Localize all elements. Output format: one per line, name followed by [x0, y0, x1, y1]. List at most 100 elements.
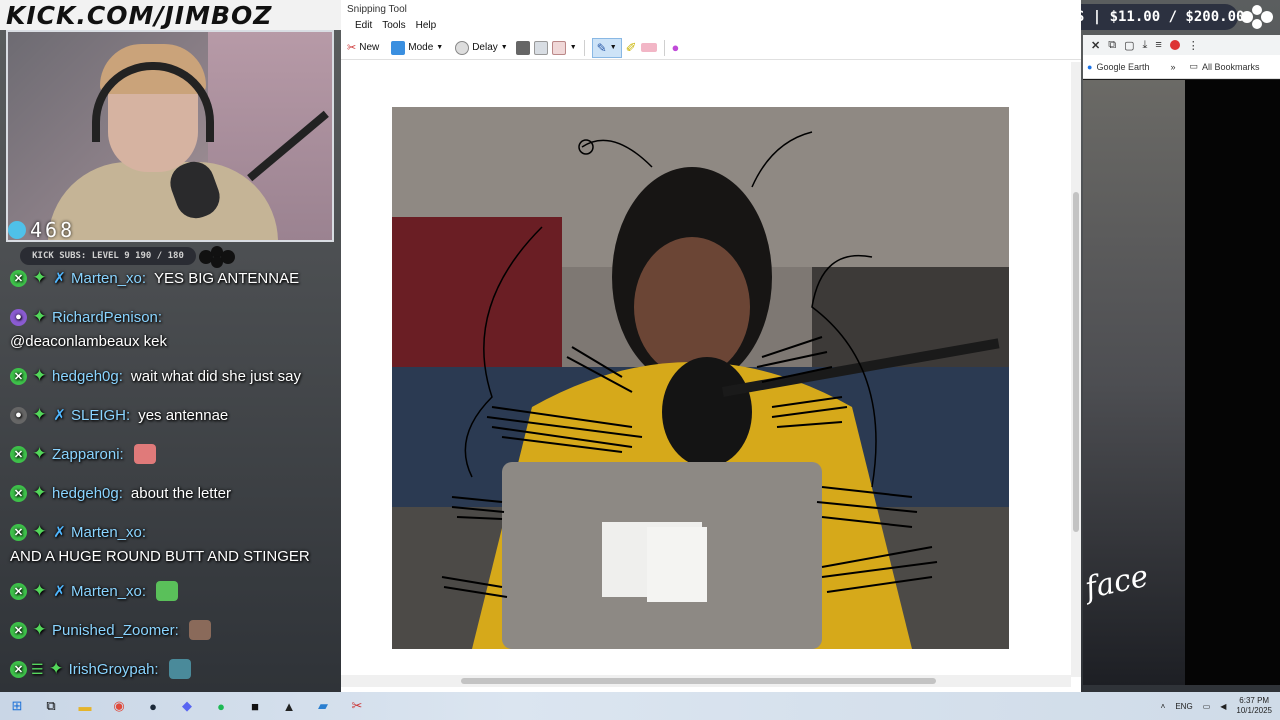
chat-message-text: wait what did she just say	[130, 367, 301, 385]
file-explorer-icon[interactable]: ▬	[75, 696, 95, 716]
gem-badge-icon: ✦	[32, 581, 47, 600]
clock-date: 10/1/2025	[1236, 706, 1272, 715]
task-view-icon[interactable]: ⧉	[41, 696, 61, 716]
chat-message: ✕ ✦ hedgeh0g: wait what did she just say	[10, 364, 301, 388]
volume-icon[interactable]: ◀	[1220, 702, 1226, 711]
chat-username[interactable]: Punished_Zoomer:	[52, 622, 179, 639]
chat-feed: ✕ ✦ ✗ Marten_xo: YES BIG ANTENNAE ● ✦ RichardPe…	[0, 266, 330, 686]
profile-icon[interactable]	[1169, 40, 1180, 50]
subscriber-badge-icon: ✕	[10, 621, 27, 639]
sword-badge-icon: ✗	[53, 524, 66, 541]
close-tab-icon[interactable]: ✕	[1091, 39, 1100, 52]
horizontal-scrollbar[interactable]	[341, 675, 1071, 687]
chat-message-text: AND A HUGE ROUND BUTT AND STINGER	[10, 547, 310, 565]
channel-url: KICK.COM/JIMBOZ	[6, 1, 273, 30]
menu-bar: Edit Tools Help	[341, 20, 436, 36]
subscriber-badge-icon: ✕	[10, 269, 27, 287]
gem-badge-icon: ✦	[32, 268, 47, 287]
subscriber-badge-icon: ✕	[10, 660, 27, 678]
chevron-right-icon[interactable]: »	[1170, 62, 1175, 72]
chat-app-icon[interactable]: ▰	[313, 696, 333, 716]
bars-badge-icon: ☰	[31, 660, 44, 677]
more-options-icon[interactable]: ⋮	[1188, 39, 1199, 52]
spotify-icon[interactable]: ●	[211, 696, 231, 716]
sword-badge-icon: ✗	[53, 583, 66, 600]
mode-icon	[391, 40, 406, 55]
chrome-icon[interactable]: ◉	[109, 696, 129, 716]
clock[interactable]: 6:37 PM 10/1/2025	[1236, 696, 1272, 716]
chat-message: ✕ ✦ Punished_Zoomer:	[10, 618, 211, 642]
kick-logo-icon	[199, 246, 235, 268]
sword-badge-icon: ✗	[53, 407, 66, 424]
new-button[interactable]: ✂ New	[343, 39, 383, 56]
send-icon[interactable]	[551, 40, 566, 55]
chat-message: ● ✦ RichardPenison:	[10, 305, 162, 329]
toolbar: ✂ New Mode ▼ Delay ▼ ▼ ✎ ▼ ✐ ●	[341, 36, 1081, 60]
save-icon[interactable]	[515, 40, 530, 55]
start-icon[interactable]: ⊞	[7, 696, 27, 716]
chevron-up-icon[interactable]: ˄	[1161, 702, 1166, 711]
pen-button[interactable]: ✎ ▼	[591, 37, 622, 58]
window-title: Snipping Tool	[347, 4, 407, 15]
gem-badge-icon: ✦	[32, 366, 47, 385]
pen-icon: ✎	[596, 40, 607, 55]
chat-emote	[188, 620, 211, 640]
chat-username[interactable]: RichardPenison:	[52, 309, 162, 326]
chevron-down-icon: ▼	[436, 44, 444, 51]
menu-tools[interactable]: Tools	[382, 20, 405, 36]
menu-icon[interactable]: ≡	[1155, 39, 1161, 51]
chevron-down-icon[interactable]: ▼	[570, 44, 577, 51]
steam-icon[interactable]: ●	[143, 696, 163, 716]
vertical-scrollbar[interactable]	[1071, 62, 1081, 677]
taskbar: ⊞ ⧉ ▬ ◉ ● ◆ ● ■ ▲ ▰ ✂ ˄ ENG ▭ ◀ 6:37 PM …	[0, 692, 1280, 720]
chat-message-text: about the letter	[130, 484, 231, 502]
chat-username[interactable]: IrishGroypah:	[69, 661, 159, 678]
adobe-icon[interactable]: ▲	[279, 696, 299, 716]
new-snip-icon: ✂	[347, 42, 357, 54]
menu-edit[interactable]: Edit	[355, 20, 372, 36]
gem-badge-icon: ✦	[32, 444, 47, 463]
chat-username[interactable]: Zapparoni:	[52, 446, 124, 463]
paint-3d-icon[interactable]: ●	[672, 40, 680, 55]
chat-message-text: yes antennae	[138, 406, 229, 424]
chevron-down-icon: ▼	[500, 44, 508, 51]
chat-username[interactable]: Marten_xo:	[71, 524, 146, 541]
chat-username[interactable]: hedgeh0g:	[52, 485, 123, 502]
eraser-icon[interactable]	[640, 43, 657, 52]
snipped-image	[392, 107, 1009, 649]
snipping-tool-icon[interactable]: ✂	[347, 696, 367, 716]
chat-username[interactable]: Marten_xo:	[71, 583, 146, 600]
subscriber-badge-icon: ✕	[10, 582, 27, 600]
webcam-feed	[6, 30, 334, 242]
vip-badge-icon: ●	[10, 308, 27, 326]
all-bookmarks[interactable]: All Bookmarks	[1202, 62, 1260, 72]
chat-message: ✕ ✦ hedgeh0g: about the letter	[10, 481, 231, 505]
video-overlay	[1185, 80, 1280, 685]
toolbar-divider	[663, 39, 665, 56]
highlighter-icon[interactable]: ✐	[626, 40, 637, 56]
terminal-icon[interactable]: ■	[245, 696, 265, 716]
chevron-down-icon: ▼	[609, 44, 617, 51]
chat-username[interactable]: hedgeh0g:	[52, 368, 123, 385]
kick-subs-progress: KICK SUBS: LEVEL 9 190 / 180	[20, 247, 196, 265]
extensions-icon[interactable]: ⧉	[1108, 39, 1116, 52]
network-icon[interactable]: ▭	[1203, 702, 1211, 711]
chat-username[interactable]: SLEIGH:	[71, 407, 130, 424]
download-icon[interactable]: ⤓	[1142, 39, 1147, 52]
bookmark-google-earth[interactable]: Google Earth	[1096, 62, 1170, 72]
viewers-icon	[8, 221, 26, 239]
chat-message: ✕ ☰ ✦ IrishGroypah:	[10, 657, 191, 681]
chat-message-continuation: @deaconlambeaux kek	[10, 329, 167, 353]
discord-icon[interactable]: ◆	[177, 696, 197, 716]
menu-help[interactable]: Help	[416, 20, 437, 36]
language-indicator[interactable]: ENG	[1175, 702, 1192, 711]
mode-button[interactable]: Mode ▼	[387, 39, 447, 57]
gem-badge-icon: ✦	[32, 620, 47, 639]
chat-emote	[133, 444, 156, 464]
screenshot-icon[interactable]: ▢	[1124, 39, 1134, 52]
copy-icon[interactable]	[533, 40, 548, 55]
chat-message-text: @deaconlambeaux kek	[10, 332, 167, 350]
gem-badge-icon: ✦	[48, 659, 64, 678]
delay-button[interactable]: Delay ▼	[451, 39, 512, 57]
chat-username[interactable]: Marten_xo:	[71, 270, 146, 287]
